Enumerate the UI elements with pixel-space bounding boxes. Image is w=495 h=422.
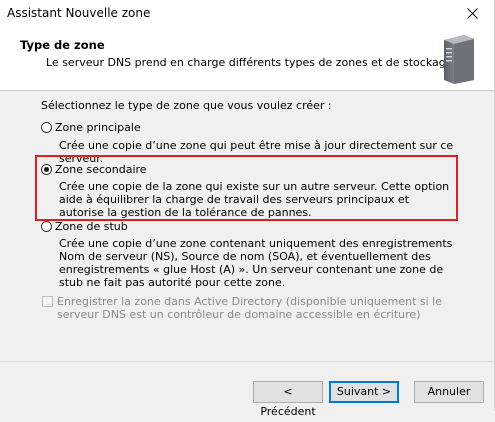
wizard-header: Type de zone Le serveur DNS prend en cha… (0, 26, 494, 91)
zone-type-panel: Sélectionnez le type de zone que vous vo… (0, 91, 494, 361)
radio-primary-zone[interactable]: Zone principale (41, 121, 141, 134)
radio-secondary-zone[interactable]: Zone secondaire (41, 163, 147, 176)
stub-zone-description: Crée une copie d’une zone contenant uniq… (59, 237, 453, 289)
radio-button[interactable] (41, 122, 52, 133)
page-description: Le serveur DNS prend en charge différent… (46, 56, 462, 69)
title-bar: Assistant Nouvelle zone (0, 0, 494, 26)
ad-storage-option: Enregistrer la zone dans Active Director… (42, 295, 457, 321)
zone-type-prompt: Sélectionnez le type de zone que vous vo… (41, 99, 332, 112)
ad-storage-checkbox (42, 296, 53, 307)
server-icon (444, 35, 474, 84)
radio-label-secondary[interactable]: Zone secondaire (55, 163, 147, 176)
back-button[interactable]: < Précédent (253, 381, 323, 418)
radio-button-selected[interactable] (41, 164, 52, 175)
next-button[interactable]: Suivant > (329, 381, 399, 403)
footer-divider (0, 361, 494, 362)
close-button[interactable] (450, 0, 494, 26)
close-icon (466, 7, 478, 19)
wizard-window: Assistant Nouvelle zone Type de zone Le … (0, 0, 495, 418)
radio-label-primary[interactable]: Zone principale (55, 121, 141, 134)
secondary-zone-description: Crée une copie de la zone qui existe sur… (59, 180, 450, 219)
radio-stub-zone[interactable]: Zone de stub (41, 220, 128, 233)
cancel-button[interactable]: Annuler (414, 381, 484, 403)
ad-storage-label: Enregistrer la zone dans Active Director… (57, 295, 442, 321)
window-title: Assistant Nouvelle zone (7, 6, 151, 20)
page-title: Type de zone (20, 38, 105, 52)
radio-button[interactable] (41, 221, 52, 232)
radio-label-stub[interactable]: Zone de stub (55, 220, 128, 233)
